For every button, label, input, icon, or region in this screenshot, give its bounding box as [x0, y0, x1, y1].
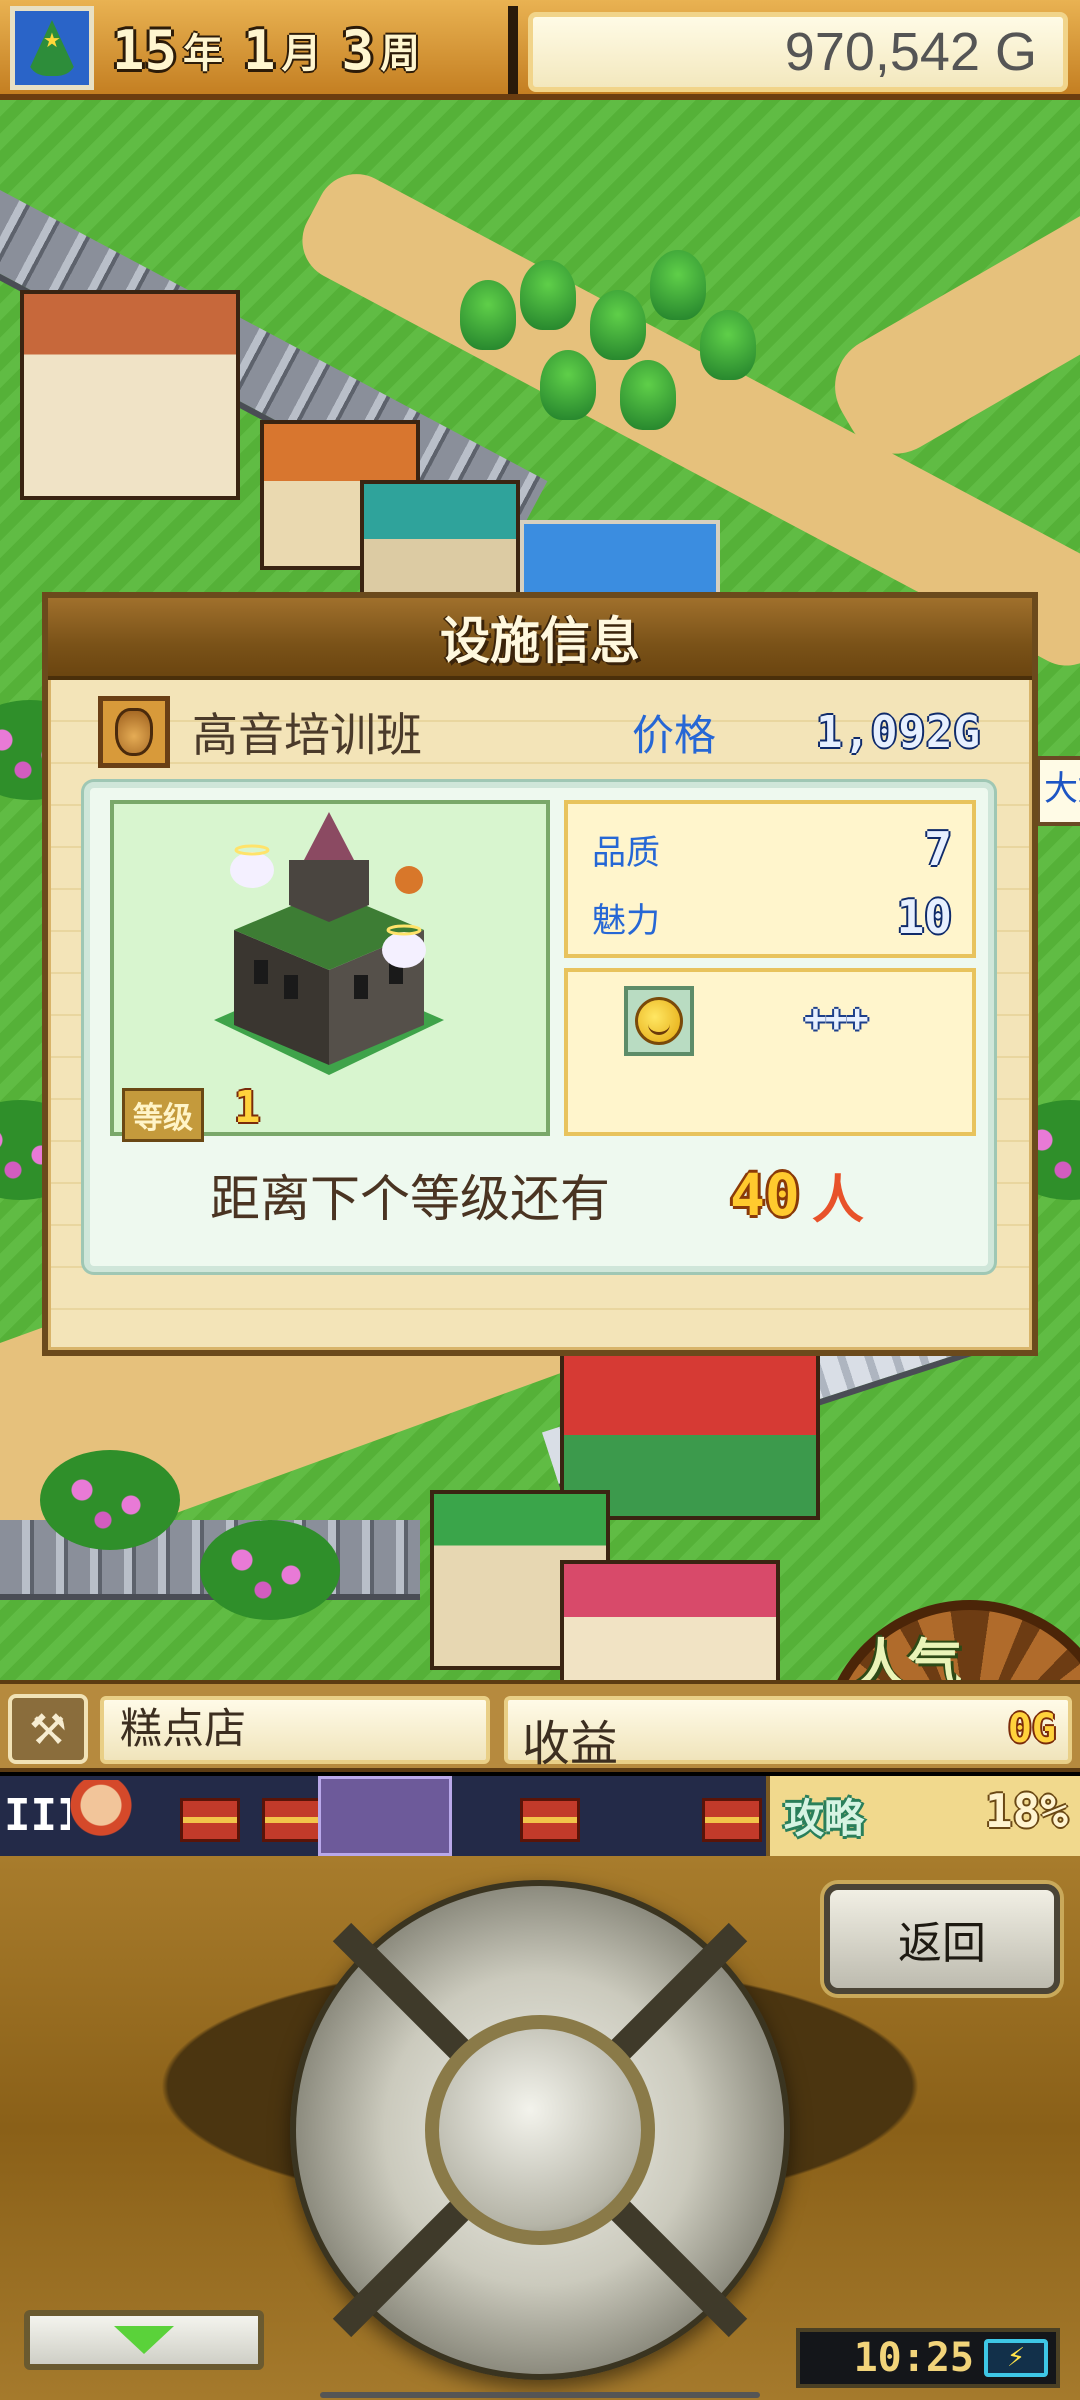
- chevron-down-icon: [114, 2326, 174, 2354]
- flower-bush: [40, 1450, 180, 1550]
- next-level-text: 距离下个等级还有: [210, 1170, 610, 1228]
- smiley-icon: [624, 986, 694, 1056]
- month-value: 1: [243, 18, 276, 82]
- menu-toggle-button[interactable]: [24, 2310, 264, 2370]
- haunted-house-image: [214, 812, 444, 1075]
- quality-value: 7: [924, 822, 952, 876]
- quality-row: 品质 7: [592, 822, 952, 876]
- dpad[interactable]: [290, 1880, 790, 2380]
- stats-box: 品质 7 魅力 10: [564, 800, 976, 958]
- level-badge: 等级: [122, 1088, 204, 1142]
- speech-sign: 大好: [1036, 756, 1080, 826]
- selected-shop[interactable]: 糕点店: [100, 1696, 490, 1764]
- tree: [620, 360, 676, 430]
- treasure-chest-icon: [262, 1798, 322, 1842]
- income-box: 收益 0G: [504, 1696, 1072, 1772]
- shop[interactable]: [560, 1560, 780, 1680]
- status-bar: ⚒ 糕点店 收益 0G: [0, 1680, 1080, 1772]
- wrench-icon[interactable]: ⚒: [8, 1694, 88, 1764]
- charm-row: 魅力 10: [592, 890, 952, 944]
- character-avatar: [318, 1776, 452, 1856]
- treasure-chest-icon: [180, 1798, 240, 1842]
- home-indicator[interactable]: [320, 2392, 760, 2398]
- guide-progress[interactable]: 攻略 18%: [766, 1776, 1080, 1856]
- charm-value: 10: [896, 890, 952, 944]
- clock: 10:25 ⚡: [796, 2328, 1060, 2388]
- building[interactable]: [360, 480, 520, 610]
- next-level-unit: 人: [811, 1170, 864, 1231]
- tree: [700, 310, 756, 380]
- flower-bush: [200, 1520, 340, 1620]
- income-label: 收益: [522, 1716, 619, 1772]
- divider: [508, 6, 518, 94]
- event-strip[interactable]: III 攻略 18%: [0, 1776, 1080, 1856]
- building[interactable]: [20, 290, 240, 500]
- facility-info-dialog: 设施信息 高音培训班 价格 1,092G 等级 1 品质 7 魅力 10 +++…: [42, 592, 1038, 1356]
- treasure-chest-icon: [702, 1798, 762, 1842]
- week-unit: 周: [380, 31, 421, 77]
- pool: [520, 520, 720, 600]
- info-panel: 等级 1 品质 7 魅力 10 +++ 距离下个等级还有 40 人: [84, 782, 994, 1272]
- charm-label: 魅力: [592, 900, 660, 941]
- facility-name: 高音培训班: [192, 708, 422, 762]
- dialog-header: 设施信息: [48, 598, 1032, 680]
- tree: [520, 260, 576, 330]
- bonus-value: +++: [804, 996, 869, 1040]
- week-value: 3: [341, 18, 375, 82]
- tree: [460, 280, 516, 350]
- quality-label: 品质: [592, 832, 660, 873]
- character-avatar: [70, 1780, 132, 1852]
- level-value: 1: [234, 1082, 261, 1133]
- christmas-tree-icon[interactable]: ★: [10, 6, 94, 90]
- bonus-box: +++: [564, 968, 976, 1136]
- dialog-title: 设施信息: [440, 612, 640, 670]
- money-display: 970,542 G: [528, 12, 1068, 92]
- guide-label: 攻略: [784, 1796, 864, 1842]
- year-unit: 年: [183, 31, 224, 77]
- next-level-count: 40: [730, 1161, 800, 1229]
- income-value: 0G: [1007, 1706, 1056, 1752]
- guide-percent: 18%: [984, 1784, 1068, 1838]
- facility-image-frame: 等级 1: [110, 800, 550, 1142]
- tree: [540, 350, 596, 420]
- next-level-row: 距离下个等级还有 40 人: [90, 1150, 988, 1240]
- popularity-meter: 人气 6741: [820, 1600, 1080, 1680]
- back-button[interactable]: 返回: [824, 1884, 1060, 1994]
- treasure-chest-icon: [520, 1798, 580, 1842]
- popularity-label: 人气: [854, 1633, 962, 1680]
- top-bar: ★ 15 年 1 月 3 周 970,542 G: [0, 0, 1080, 100]
- dpad-center-button[interactable]: [425, 2015, 655, 2245]
- year-value: 15: [112, 18, 178, 82]
- pot-icon: [98, 696, 170, 768]
- price-value: 1,092G: [816, 706, 981, 758]
- controller-panel: 返回 10:25 ⚡: [0, 1856, 1080, 2400]
- month-unit: 月: [281, 31, 322, 77]
- tree: [650, 250, 706, 320]
- tree: [590, 290, 646, 360]
- battery-charging-icon: ⚡: [984, 2339, 1048, 2377]
- clock-time: 10:25: [853, 2335, 974, 2381]
- game-date: 15 年 1 月 3 周: [112, 10, 512, 90]
- facility-row: 高音培训班 价格 1,092G: [48, 684, 1032, 780]
- price-label: 价格: [632, 710, 717, 760]
